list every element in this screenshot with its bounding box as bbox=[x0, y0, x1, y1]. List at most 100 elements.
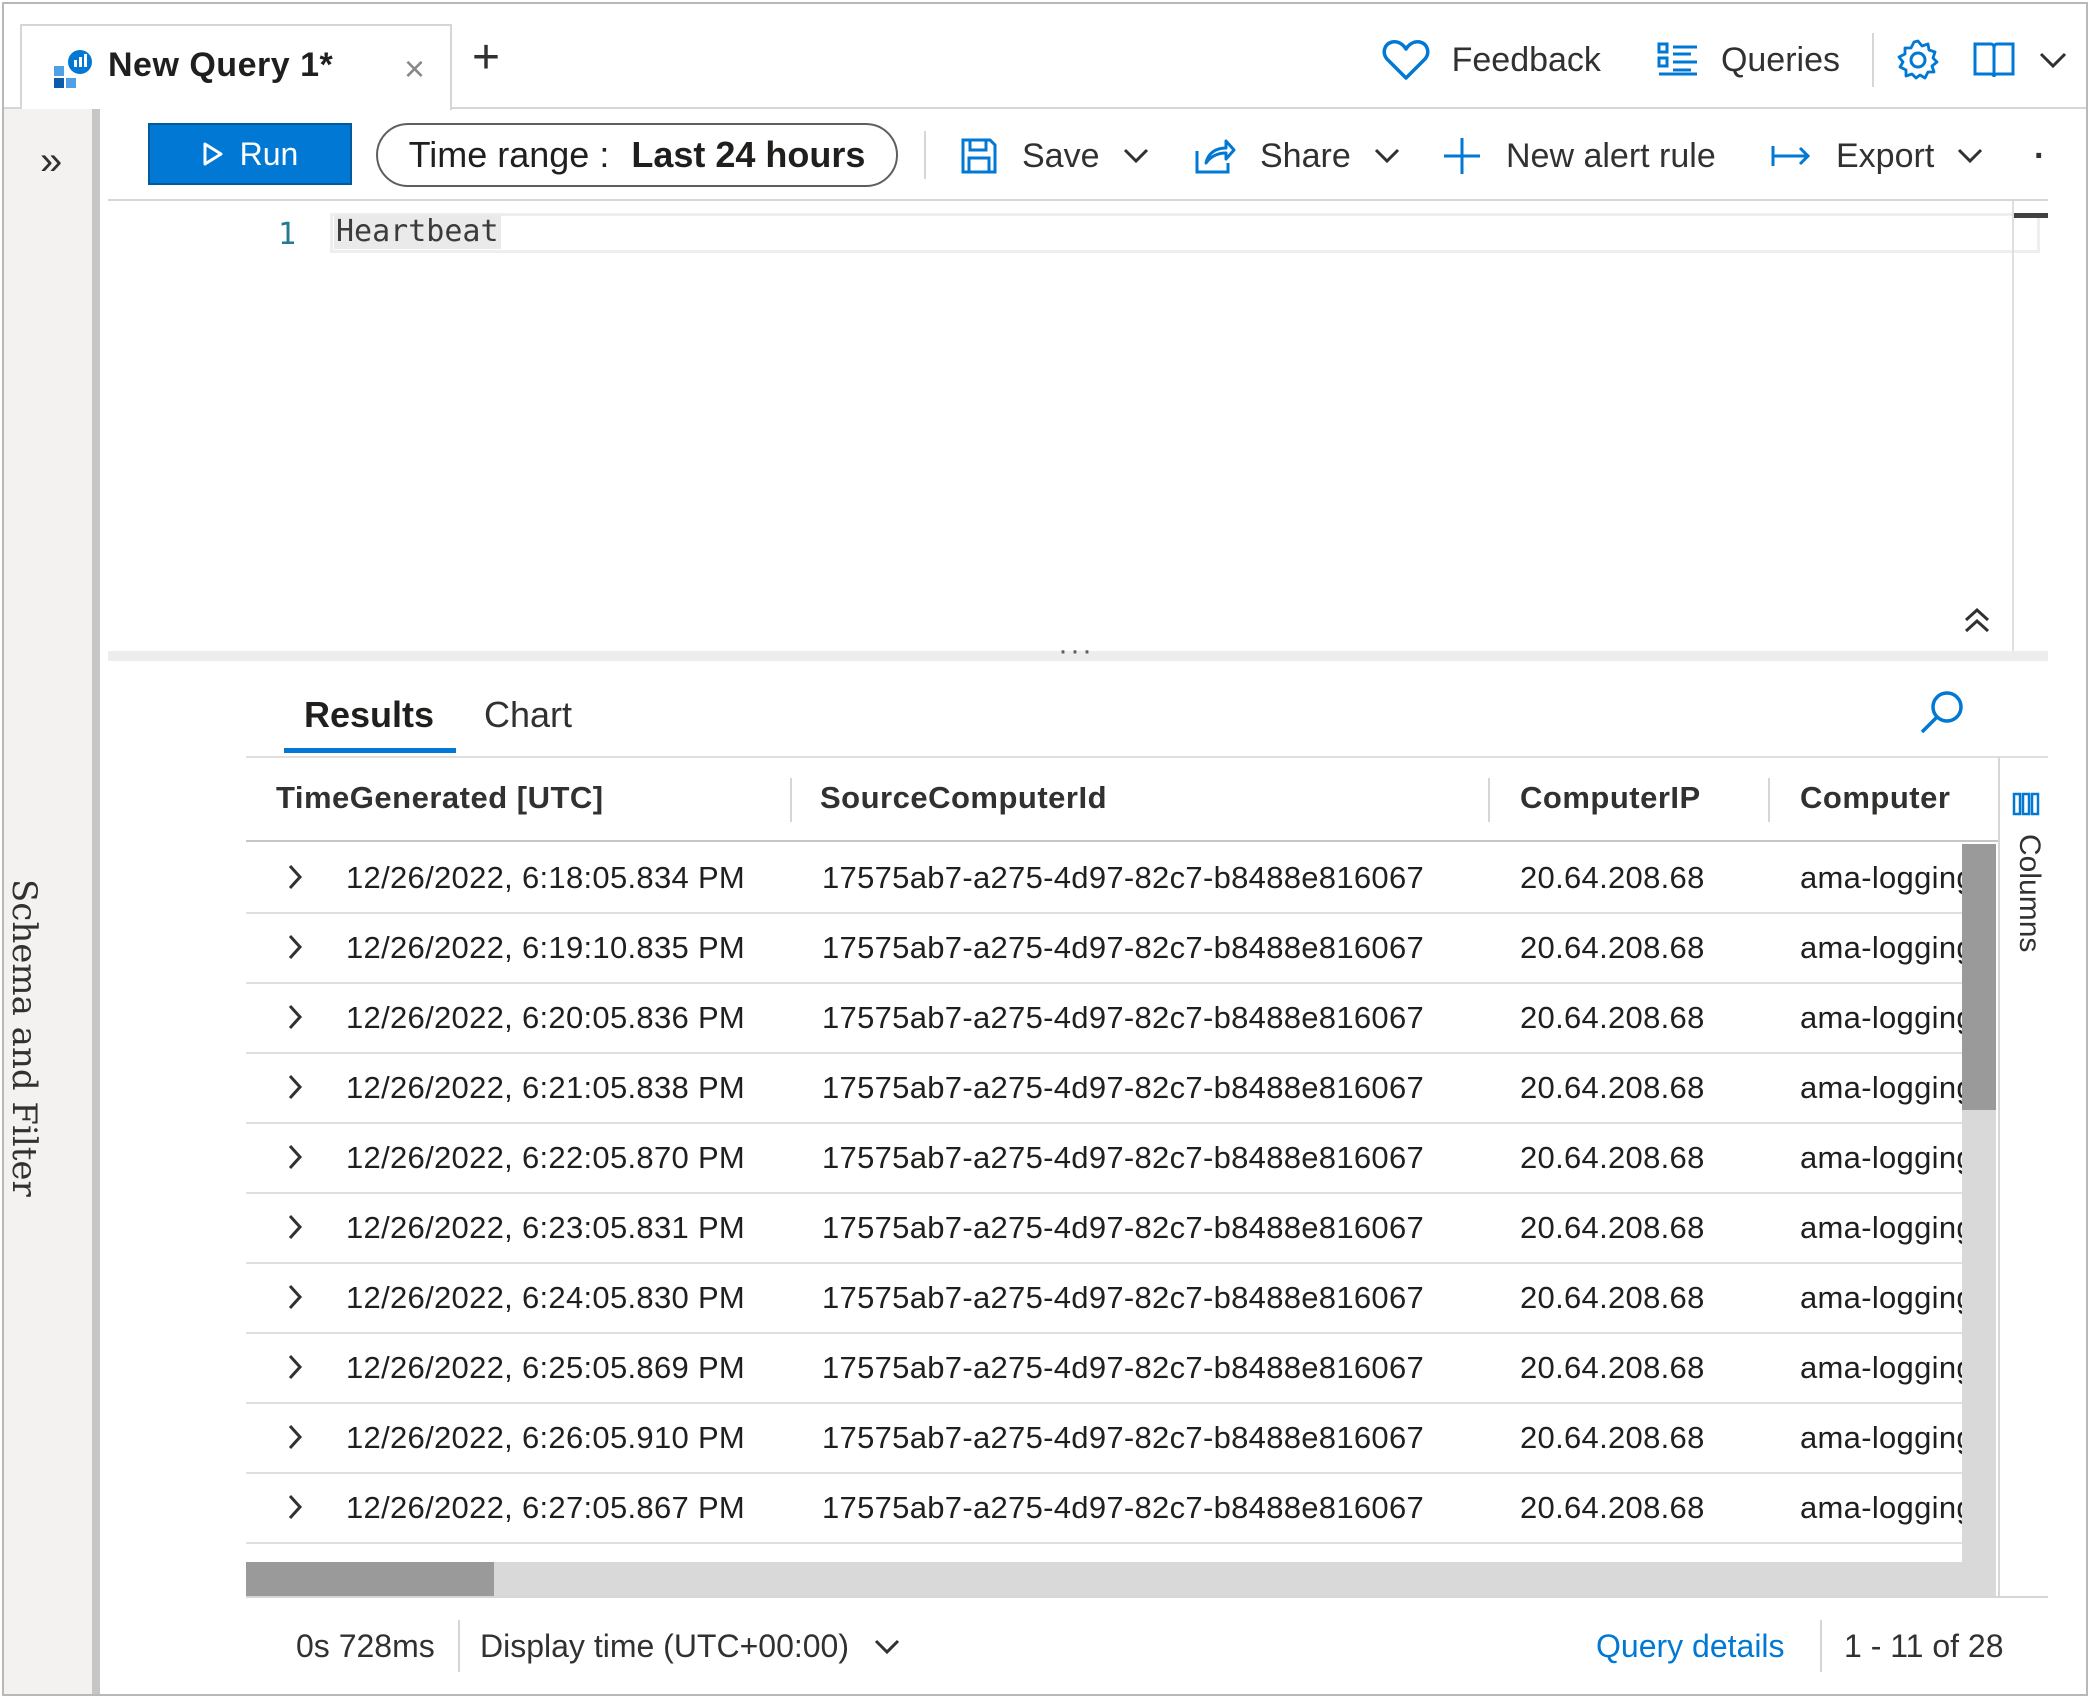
expand-panel-icon[interactable]: » bbox=[40, 139, 62, 184]
horizontal-scrollbar[interactable] bbox=[246, 1562, 1996, 1596]
query-details-link[interactable]: Query details bbox=[1596, 1628, 1785, 1665]
chevron-right-icon[interactable] bbox=[286, 1072, 304, 1102]
table-row[interactable]: 12/26/2022, 6:23:05.831 PM 17575ab7-a275… bbox=[246, 1194, 1962, 1264]
cell-computer: ama-logging bbox=[1800, 1210, 1962, 1245]
splitter-handle-icon[interactable]: ··· bbox=[1058, 634, 1094, 668]
table-row[interactable]: 12/26/2022, 6:18:05.834 PM 17575ab7-a275… bbox=[246, 844, 1962, 914]
chevron-down-icon bbox=[1958, 148, 1983, 164]
query-code[interactable]: Heartbeat bbox=[334, 215, 501, 249]
query-editor[interactable]: 1 Heartbeat bbox=[108, 201, 2048, 651]
table-row[interactable]: 12/26/2022, 6:24:05.830 PM 17575ab7-a275… bbox=[246, 1264, 1962, 1334]
vertical-scrollbar[interactable] bbox=[1962, 844, 1996, 1564]
feedback-button[interactable]: Feedback bbox=[1382, 39, 1601, 81]
heart-icon bbox=[1382, 40, 1430, 80]
run-button[interactable]: Run bbox=[148, 123, 352, 185]
grid-header: TimeGenerated [UTC] SourceComputerId Com… bbox=[246, 758, 1998, 842]
share-button[interactable]: Share bbox=[1194, 127, 1401, 185]
table-row[interactable]: 12/26/2022, 6:19:10.835 PM 17575ab7-a275… bbox=[246, 914, 1962, 984]
table-row[interactable]: 12/26/2022, 6:20:05.836 PM 17575ab7-a275… bbox=[246, 984, 1962, 1054]
collapse-editor-icon[interactable] bbox=[1962, 605, 1992, 635]
queries-button[interactable]: Queries bbox=[1657, 41, 1840, 80]
cell-computer: ama-logging bbox=[1800, 1070, 1962, 1105]
display-time-dropdown[interactable]: Display time (UTC+00:00) bbox=[480, 1628, 901, 1665]
new-tab-button[interactable]: + bbox=[472, 34, 500, 82]
cell-computer: ama-logging bbox=[1800, 930, 1962, 965]
columns-panel-toggle[interactable]: Columns bbox=[1998, 756, 2048, 1596]
cell-computerip: 20.64.208.68 bbox=[1520, 1350, 1705, 1385]
cell-computer: ama-logging bbox=[1800, 1350, 1962, 1385]
chevron-down-icon bbox=[874, 1639, 900, 1654]
feedback-label: Feedback bbox=[1451, 40, 1601, 79]
book-icon[interactable] bbox=[1972, 40, 2016, 80]
cell-computer: ama-logging bbox=[1800, 1420, 1962, 1455]
vertical-scroll-thumb[interactable] bbox=[1962, 844, 1996, 1110]
cell-timegenerated: 12/26/2022, 6:18:05.834 PM bbox=[346, 860, 746, 895]
cell-sourcecomputerid: 17575ab7-a275-4d97-82c7-b8488e816067 bbox=[822, 1490, 1425, 1525]
cell-computerip: 20.64.208.68 bbox=[1520, 1490, 1705, 1525]
more-label: · bbox=[2034, 136, 2046, 175]
table-row[interactable]: 12/26/2022, 6:21:05.838 PM 17575ab7-a275… bbox=[246, 1054, 1962, 1124]
chevron-right-icon[interactable] bbox=[286, 1422, 304, 1452]
chevron-right-icon[interactable] bbox=[286, 1002, 304, 1032]
close-tab-icon[interactable]: × bbox=[404, 48, 425, 90]
table-row[interactable]: 12/26/2022, 6:27:05.867 PM 17575ab7-a275… bbox=[246, 1474, 1962, 1544]
tab-results[interactable]: Results bbox=[304, 694, 434, 736]
save-icon bbox=[961, 138, 997, 174]
time-range-value: Last 24 hours bbox=[631, 134, 866, 175]
chevron-right-icon[interactable] bbox=[286, 1492, 304, 1522]
share-label: Share bbox=[1260, 136, 1351, 175]
cell-sourcecomputerid: 17575ab7-a275-4d97-82c7-b8488e816067 bbox=[822, 1350, 1425, 1385]
column-resize-handle[interactable] bbox=[790, 778, 792, 822]
cell-timegenerated: 12/26/2022, 6:20:05.836 PM bbox=[346, 1000, 746, 1035]
more-button[interactable]: · bbox=[2034, 127, 2045, 185]
chevron-right-icon[interactable] bbox=[286, 1142, 304, 1172]
cell-computerip: 20.64.208.68 bbox=[1520, 1000, 1705, 1035]
tab-bar: New Query 1* × + Feedback Queries bbox=[4, 4, 2086, 110]
cell-timegenerated: 12/26/2022, 6:26:05.910 PM bbox=[346, 1420, 746, 1455]
cell-computer: ama-logging bbox=[1800, 860, 1962, 895]
export-button[interactable]: Export bbox=[1770, 127, 1984, 185]
chevron-right-icon[interactable] bbox=[286, 1282, 304, 1312]
status-divider bbox=[1820, 1620, 1822, 1672]
cell-sourcecomputerid: 17575ab7-a275-4d97-82c7-b8488e816067 bbox=[822, 860, 1425, 895]
schema-filter-panel[interactable]: » Schema and Filter bbox=[4, 109, 100, 1694]
status-bar: 0s 728ms Display time (UTC+00:00) Query … bbox=[246, 1596, 2048, 1694]
column-header-computerip[interactable]: ComputerIP bbox=[1520, 780, 1701, 816]
cell-sourcecomputerid: 17575ab7-a275-4d97-82c7-b8488e816067 bbox=[822, 1210, 1425, 1245]
column-resize-handle[interactable] bbox=[1488, 778, 1490, 822]
column-resize-handle[interactable] bbox=[1768, 778, 1770, 822]
column-header-timegenerated[interactable]: TimeGenerated [UTC] bbox=[276, 780, 604, 816]
table-row[interactable]: 12/26/2022, 6:26:05.910 PM 17575ab7-a275… bbox=[246, 1404, 1962, 1474]
chevron-right-icon[interactable] bbox=[286, 862, 304, 892]
new-alert-rule-button[interactable]: New alert rule bbox=[1442, 127, 1716, 185]
cell-sourcecomputerid: 17575ab7-a275-4d97-82c7-b8488e816067 bbox=[822, 1280, 1425, 1315]
cell-computerip: 20.64.208.68 bbox=[1520, 1420, 1705, 1455]
tab-chart[interactable]: Chart bbox=[484, 694, 572, 736]
result-count: 1 - 11 of 28 bbox=[1844, 1628, 2004, 1664]
cell-timegenerated: 12/26/2022, 6:27:05.867 PM bbox=[346, 1490, 746, 1525]
gear-icon[interactable] bbox=[1896, 38, 1940, 82]
cell-timegenerated: 12/26/2022, 6:23:05.831 PM bbox=[346, 1210, 746, 1245]
time-range-picker[interactable]: Time range : Last 24 hours bbox=[376, 123, 898, 187]
cell-computer: ama-logging bbox=[1800, 1140, 1962, 1175]
column-header-sourcecomputerid[interactable]: SourceComputerId bbox=[820, 780, 1107, 816]
cell-timegenerated: 12/26/2022, 6:19:10.835 PM bbox=[346, 930, 746, 965]
export-icon bbox=[1771, 146, 1811, 166]
chevron-right-icon[interactable] bbox=[286, 1212, 304, 1242]
chevron-right-icon[interactable] bbox=[286, 932, 304, 962]
query-tab[interactable]: New Query 1* × bbox=[20, 24, 452, 110]
columns-label: Columns bbox=[2013, 834, 2046, 953]
search-icon[interactable] bbox=[1918, 688, 1966, 736]
editor-scroll-marker bbox=[2014, 213, 2048, 218]
column-header-computer[interactable]: Computer bbox=[1800, 780, 1950, 816]
chevron-right-icon[interactable] bbox=[286, 1352, 304, 1382]
cell-timegenerated: 12/26/2022, 6:24:05.830 PM bbox=[346, 1280, 746, 1315]
save-button[interactable]: Save bbox=[960, 127, 1150, 185]
chevron-down-icon[interactable] bbox=[2038, 50, 2068, 70]
cell-sourcecomputerid: 17575ab7-a275-4d97-82c7-b8488e816067 bbox=[822, 1000, 1425, 1035]
display-time-label: Display time (UTC+00:00) bbox=[480, 1628, 849, 1664]
table-row[interactable]: 12/26/2022, 6:22:05.870 PM 17575ab7-a275… bbox=[246, 1124, 1962, 1194]
editor-scrollbar[interactable] bbox=[2012, 201, 2014, 651]
horizontal-scroll-thumb[interactable] bbox=[246, 1562, 494, 1596]
table-row[interactable]: 12/26/2022, 6:25:05.869 PM 17575ab7-a275… bbox=[246, 1334, 1962, 1404]
